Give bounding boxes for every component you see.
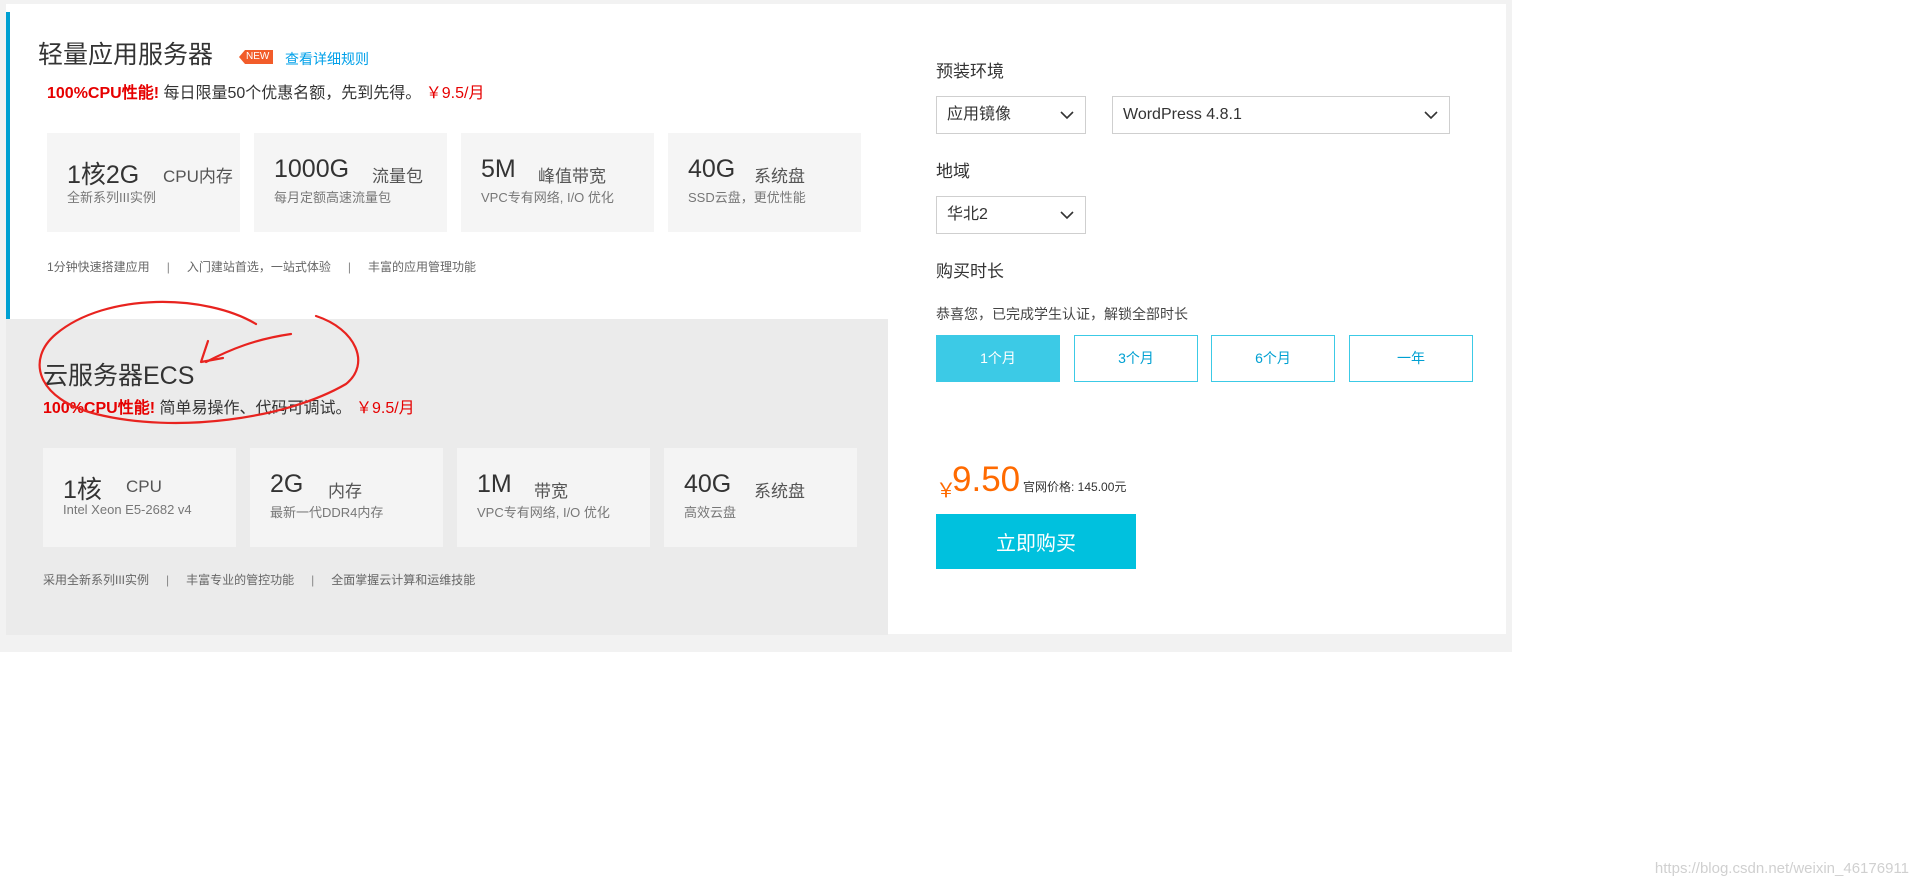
feature-item: 采用全新系列III实例 <box>43 573 150 587</box>
spec-value: 1000G <box>274 155 350 183</box>
spec-value: 1核 <box>63 476 102 504</box>
feature-item: 丰富的应用管理功能 <box>367 260 476 274</box>
image-version-select[interactable]: WordPress 4.8.1 <box>1112 96 1450 134</box>
promo-card: 轻量应用服务器 NEW 查看详细规则 100%CPU性能! 每日限量50个优惠名… <box>6 4 1506 635</box>
chevron-down-icon <box>1424 111 1438 120</box>
lightweight-server-section[interactable]: 轻量应用服务器 NEW 查看详细规则 100%CPU性能! 每日限量50个优惠名… <box>6 4 888 322</box>
feature-item: 入门建站首选，一站式体验 <box>186 260 331 274</box>
watermark: https://blog.csdn.net/weixin_46176911 <box>1654 860 1909 877</box>
spec-unit: 流量包 <box>372 167 423 186</box>
duration-label: 购买时长 <box>936 262 1004 281</box>
spec-card: 1M 带宽 VPC专有网络, I/O 优化 <box>457 448 650 547</box>
spec-value: 40G <box>684 470 732 498</box>
preinstall-label: 预装环境 <box>936 62 1004 81</box>
image-type-select[interactable]: 应用镜像 <box>936 96 1086 134</box>
promo-text: 每日限量50个优惠名额，先到先得。 <box>163 85 422 102</box>
spec-card: 40G 系统盘 SSD云盘，更优性能 <box>668 133 861 232</box>
spec-value: 2G <box>270 470 304 498</box>
chevron-down-icon <box>1060 211 1074 220</box>
feature-separator: | <box>347 260 351 274</box>
ecs-section[interactable]: 云服务器ECS 100%CPU性能! 简单易操作、代码可调试。 ￥9.5/月 1… <box>6 319 888 635</box>
promo-price: ￥9.5/月 <box>425 85 485 102</box>
spec-card: 1核2G CPU内存 全新系列III实例 <box>47 133 240 232</box>
spec-unit: 系统盘 <box>754 482 805 501</box>
spec-card: 40G 系统盘 高效云盘 <box>664 448 857 547</box>
spec-card: 1核 CPU Intel Xeon E5-2682 v4 <box>43 448 236 547</box>
spec-card: 1000G 流量包 每月定额高速流量包 <box>254 133 447 232</box>
feature-item: 1分钟快速搭建应用 <box>47 260 150 274</box>
spec-desc: 每月定额高速流量包 <box>274 190 392 205</box>
duration-option-1-month[interactable]: 1个月 <box>936 335 1060 382</box>
image-version-value: WordPress 4.8.1 <box>1123 106 1242 123</box>
spec-unit: 内存 <box>328 482 362 501</box>
region-value: 华北2 <box>947 206 988 223</box>
rule-details-link[interactable]: 查看详细规则 <box>285 49 369 69</box>
promo-highlight: 100%CPU性能! <box>47 85 160 102</box>
spec-value: 1M <box>477 470 512 498</box>
ecs-title: 云服务器ECS <box>43 362 195 390</box>
spec-unit: 系统盘 <box>754 167 805 186</box>
region-select[interactable]: 华北2 <box>936 196 1086 234</box>
promo-text: 简单易操作、代码可调试。 <box>159 400 352 417</box>
chevron-down-icon <box>1060 111 1074 120</box>
ecs-features: 采用全新系列III实例 | 丰富专业的管控功能 | 全面掌握云计算和运维技能 <box>43 571 475 588</box>
student-notice: 恭喜您，已完成学生认证，解锁全部时长 <box>936 306 1188 322</box>
feature-separator: | <box>166 573 170 587</box>
spec-desc: 全新系列III实例 <box>67 190 156 205</box>
spec-desc: 最新一代DDR4内存 <box>270 505 384 520</box>
promo-highlight: 100%CPU性能! <box>43 400 156 417</box>
spec-unit: CPU <box>126 477 162 496</box>
spec-desc: VPC专有网络, I/O 优化 <box>477 505 610 520</box>
spec-card: 2G 内存 最新一代DDR4内存 <box>250 448 443 547</box>
feature-separator: | <box>166 260 170 274</box>
duration-option-3-months[interactable]: 3个月 <box>1074 335 1198 382</box>
spec-unit: 峰值带宽 <box>538 167 606 186</box>
feature-item: 丰富专业的管控功能 <box>186 573 295 587</box>
new-badge: NEW <box>239 50 274 64</box>
spec-unit: CPU内存 <box>163 167 233 186</box>
image-type-value: 应用镜像 <box>947 106 1012 123</box>
region-label: 地域 <box>936 162 970 181</box>
lightweight-promo: 100%CPU性能! 每日限量50个优惠名额，先到先得。 ￥9.5/月 <box>47 79 484 103</box>
lightweight-features: 1分钟快速搭建应用 | 入门建站首选，一站式体验 | 丰富的应用管理功能 <box>47 258 476 275</box>
ecs-promo: 100%CPU性能! 简单易操作、代码可调试。 ￥9.5/月 <box>43 394 415 418</box>
feature-item: 全面掌握云计算和运维技能 <box>331 573 476 587</box>
duration-option-6-months[interactable]: 6个月 <box>1211 335 1335 382</box>
lightweight-title: 轻量应用服务器 <box>38 41 214 69</box>
spec-desc: 高效云盘 <box>684 505 737 520</box>
spec-unit: 带宽 <box>534 482 568 501</box>
duration-option-1-year[interactable]: 一年 <box>1349 335 1473 382</box>
spec-card: 5M 峰值带宽 VPC专有网络, I/O 优化 <box>461 133 654 232</box>
spec-desc: Intel Xeon E5-2682 v4 <box>63 502 192 517</box>
spec-desc: VPC专有网络, I/O 优化 <box>481 190 614 205</box>
price-amount: 9.50 <box>952 460 1021 499</box>
spec-value: 5M <box>481 155 516 183</box>
official-price: 官网价格: 145.00元 <box>1023 480 1127 494</box>
buy-now-button[interactable]: 立即购买 <box>936 514 1136 569</box>
feature-separator: | <box>311 573 315 587</box>
promo-price: ￥9.5/月 <box>355 400 415 417</box>
spec-value: 1核2G <box>67 161 140 189</box>
spec-desc: SSD云盘，更优性能 <box>688 190 806 205</box>
spec-value: 40G <box>688 155 736 183</box>
